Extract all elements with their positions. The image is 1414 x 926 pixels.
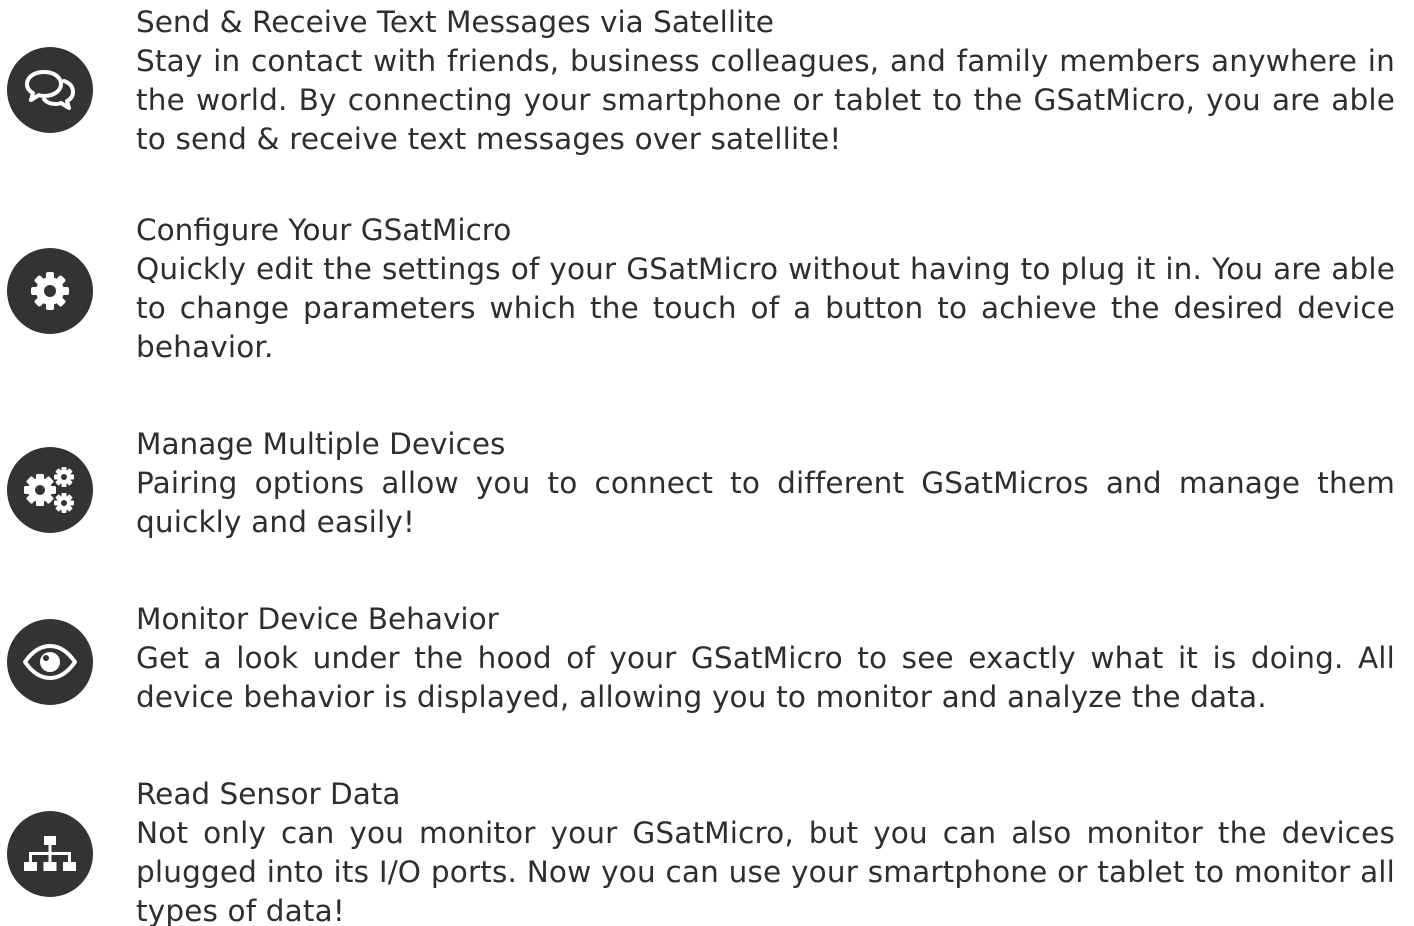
feature-title: Read Sensor Data — [136, 777, 401, 811]
feature-description: Quickly edit the settings of your GSatMi… — [136, 252, 1395, 364]
feature-description: Stay in contact with friends, business c… — [136, 44, 1395, 156]
feature-title: Configure Your GSatMicro — [136, 213, 512, 247]
gears-icon — [7, 447, 93, 533]
feature-description: Get a look under the hood of your GSatMi… — [136, 641, 1395, 714]
eye-icon — [7, 619, 93, 705]
feature-title: Monitor Device Behavior — [136, 602, 499, 636]
feature-title: Send & Receive Text Messages via Satelli… — [136, 5, 774, 39]
gear-icon — [7, 248, 93, 334]
feature-description: Not only can you monitor your GSatMicro,… — [136, 816, 1395, 926]
feature-title: Manage Multiple Devices — [136, 427, 506, 461]
chat-bubbles-icon — [7, 47, 93, 133]
sitemap-icon — [7, 811, 93, 897]
feature-description: Pairing options allow you to connect to … — [136, 466, 1395, 539]
